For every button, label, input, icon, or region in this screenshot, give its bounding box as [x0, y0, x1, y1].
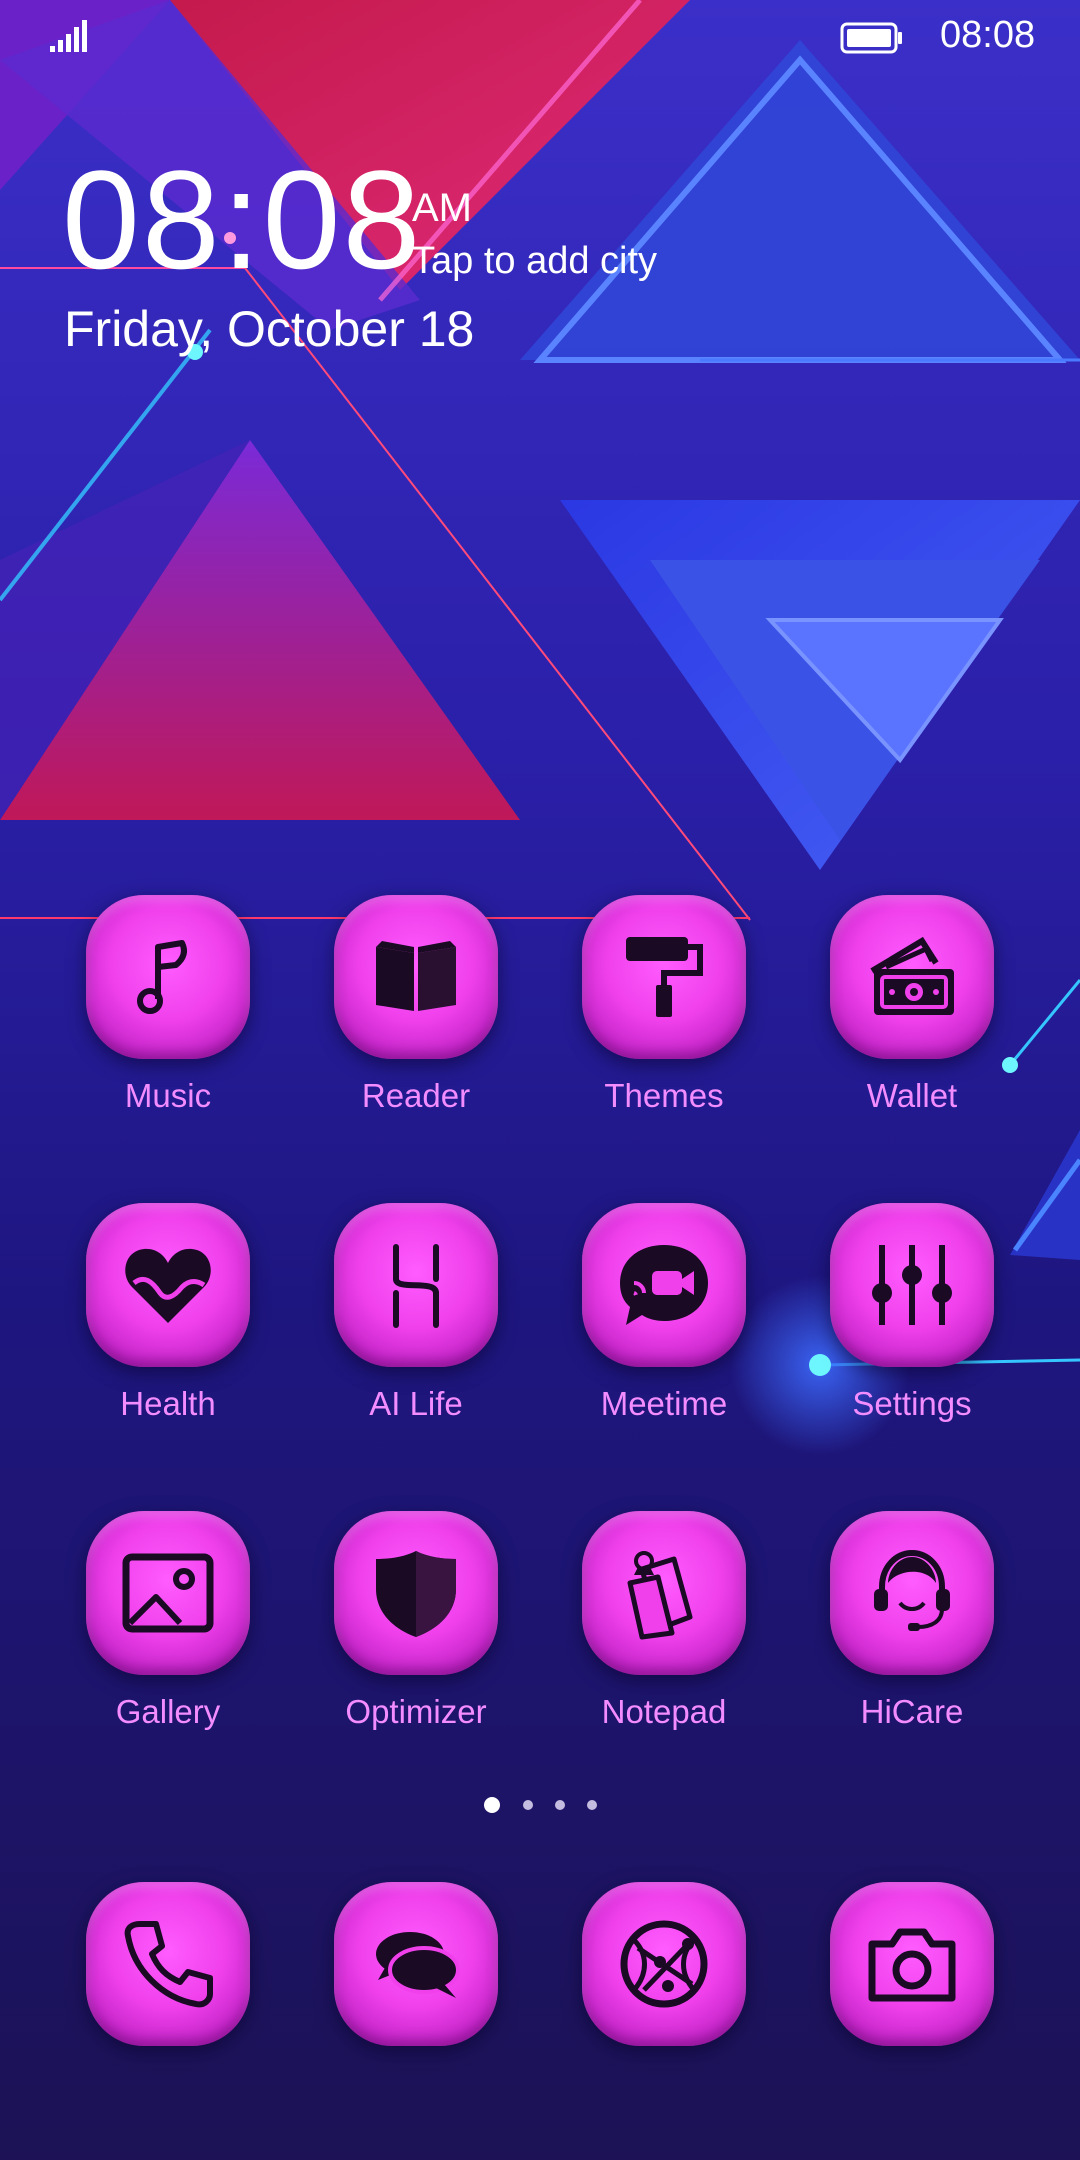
- app-label-ai-life: AI Life: [369, 1385, 463, 1422]
- app-label-settings: Settings: [852, 1385, 972, 1422]
- app-label-wallet: Wallet: [866, 1077, 958, 1114]
- app-meetime[interactable]: Meetime: [558, 1203, 778, 1453]
- dock-phone[interactable]: [62, 1882, 282, 2132]
- notepad-icon: [627, 1551, 693, 1640]
- hicare-app-icon[interactable]: [830, 1511, 994, 1675]
- headset-icon: [874, 1549, 950, 1631]
- app-music[interactable]: Music: [62, 895, 282, 1145]
- clock-date: Friday, October 18: [64, 301, 475, 357]
- app-wallet[interactable]: Wallet: [806, 895, 1026, 1145]
- home-screen: 08:08 08:08 AM Tap to add city Friday, O…: [0, 0, 1080, 2160]
- settings-app-icon[interactable]: [830, 1203, 994, 1367]
- app-health[interactable]: Health: [62, 1203, 282, 1453]
- gallery-app-icon[interactable]: [86, 1511, 250, 1675]
- meetime-app-icon[interactable]: [582, 1203, 746, 1367]
- dock-browser[interactable]: [558, 1882, 778, 2132]
- camera-icon: [868, 1928, 956, 2002]
- page-dot-4[interactable]: [587, 1800, 597, 1810]
- camera-app-icon[interactable]: [830, 1882, 994, 2046]
- app-notepad[interactable]: Notepad: [558, 1511, 778, 1761]
- signal-bars-icon: [50, 20, 87, 52]
- app-ai-life[interactable]: AI Life: [310, 1203, 530, 1453]
- app-gallery[interactable]: Gallery: [62, 1511, 282, 1761]
- app-label-themes: Themes: [604, 1077, 724, 1114]
- shield-icon: [376, 1551, 456, 1637]
- clock-time: 08:08: [62, 141, 423, 298]
- themes-app-icon[interactable]: [582, 895, 746, 1059]
- optimizer-app-icon[interactable]: [334, 1511, 498, 1675]
- app-reader[interactable]: Reader: [310, 895, 530, 1145]
- app-label-hicare: HiCare: [860, 1693, 964, 1730]
- wallet-app-icon[interactable]: [830, 895, 994, 1059]
- app-themes[interactable]: Themes: [558, 895, 778, 1145]
- add-city-link[interactable]: Tap to add city: [412, 240, 657, 283]
- health-app-icon[interactable]: [86, 1203, 250, 1367]
- browser-app-icon[interactable]: [582, 1882, 746, 2046]
- status-bar: 08:08: [0, 0, 1080, 72]
- app-settings[interactable]: Settings: [806, 1203, 1026, 1453]
- music-note-icon: [137, 940, 187, 1014]
- ai-life-icon: [393, 1244, 439, 1328]
- status-time: 08:08: [940, 14, 1036, 56]
- browser-globe-icon: [620, 1920, 708, 2008]
- app-label-gallery: Gallery: [115, 1693, 221, 1730]
- page-dot-2[interactable]: [523, 1800, 533, 1810]
- heart-icon: [125, 1248, 211, 1323]
- page-indicator[interactable]: [0, 1797, 1080, 1820]
- page-dot-3[interactable]: [555, 1800, 565, 1810]
- messages-icon: [376, 1932, 460, 1998]
- app-label-meetime: Meetime: [600, 1385, 728, 1422]
- app-label-health: Health: [120, 1385, 216, 1422]
- app-optimizer[interactable]: Optimizer: [310, 1511, 530, 1761]
- notepad-app-icon[interactable]: [582, 1511, 746, 1675]
- video-chat-icon: [620, 1245, 708, 1325]
- music-app-icon[interactable]: [86, 895, 250, 1059]
- app-label-music: Music: [124, 1077, 212, 1114]
- page-dot-1[interactable]: [484, 1797, 500, 1813]
- dock-messages[interactable]: [310, 1882, 530, 2132]
- wallet-cash-icon: [870, 936, 954, 1015]
- reader-app-icon[interactable]: [334, 895, 498, 1059]
- app-label-reader: Reader: [361, 1077, 471, 1114]
- sliders-icon: [872, 1245, 952, 1325]
- battery-full-icon: [840, 22, 902, 54]
- ai-life-app-icon[interactable]: [334, 1203, 498, 1367]
- dock-camera[interactable]: [806, 1882, 1026, 2132]
- app-label-optimizer: Optimizer: [345, 1693, 487, 1730]
- app-hicare[interactable]: HiCare: [806, 1511, 1026, 1761]
- phone-app-icon[interactable]: [86, 1882, 250, 2046]
- phone-icon: [124, 1921, 213, 2008]
- app-label-notepad: Notepad: [601, 1693, 727, 1730]
- clock-ampm: AM: [412, 186, 472, 230]
- messages-app-icon[interactable]: [334, 1882, 498, 2046]
- paint-roller-icon: [626, 937, 703, 1017]
- image-icon: [122, 1553, 214, 1633]
- open-book-icon: [376, 941, 456, 1011]
- clock-widget[interactable]: 08:08 AM Tap to add city Friday, October…: [62, 150, 762, 380]
